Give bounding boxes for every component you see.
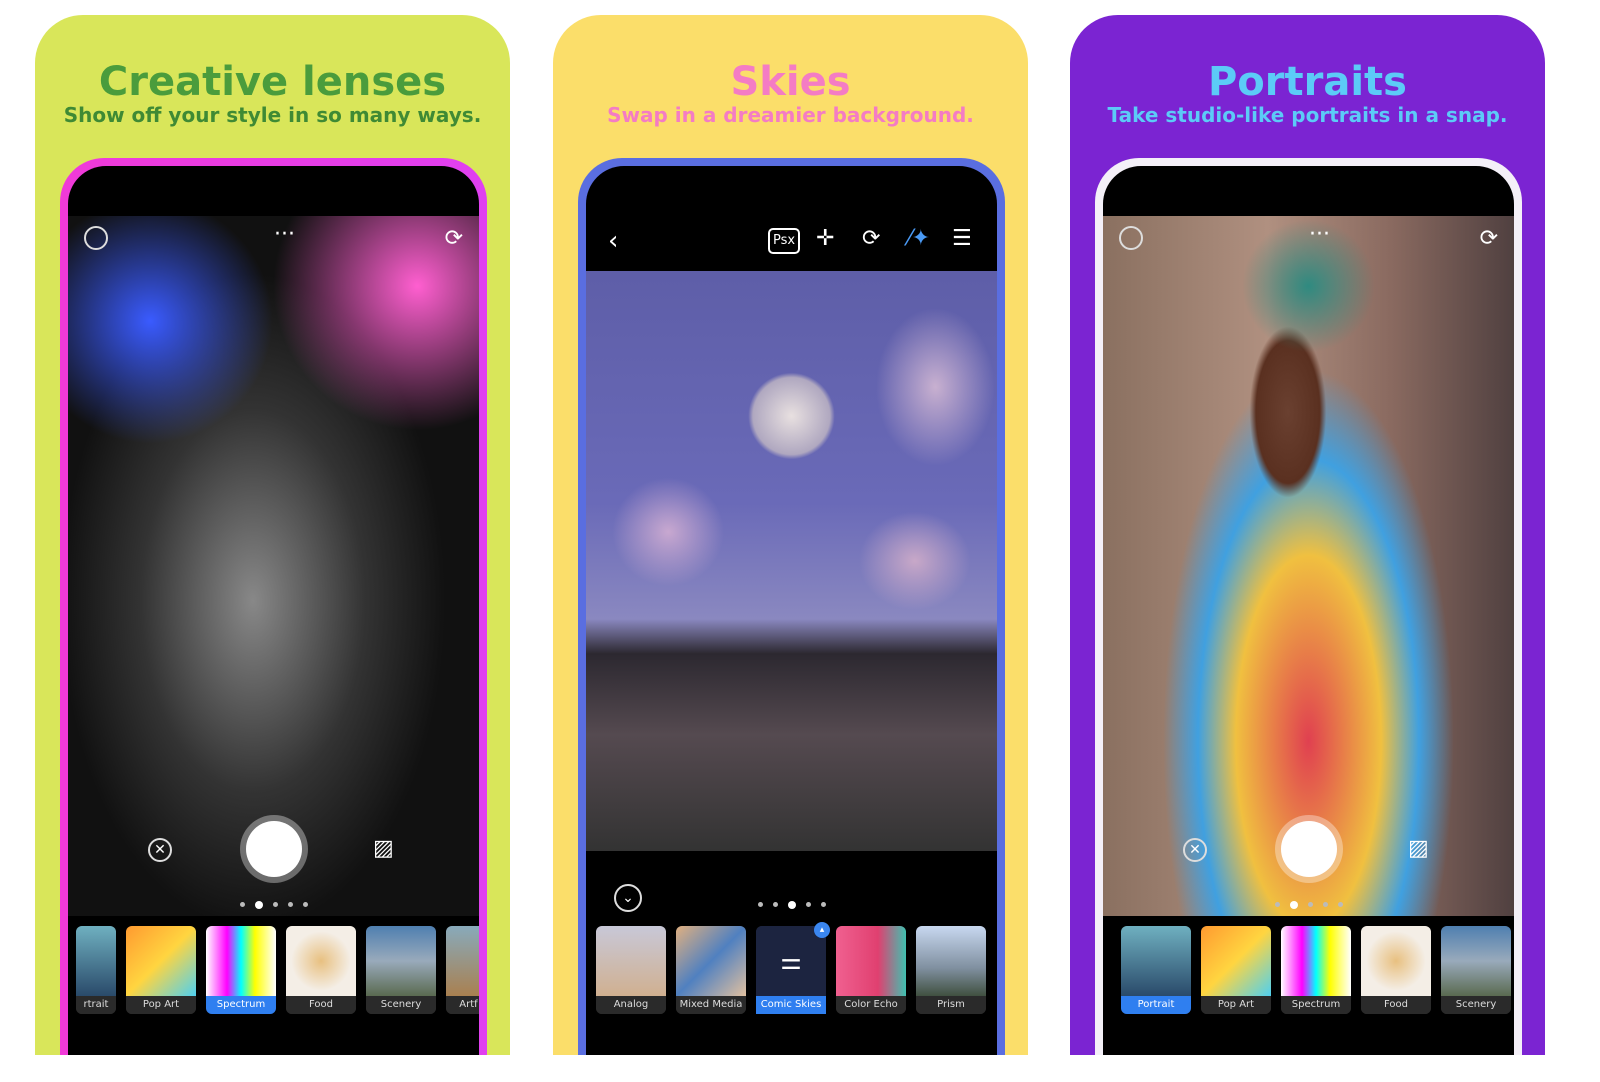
lens-thumb[interactable]: Scenery [366, 926, 436, 1014]
sky-carousel: Analog Mixed Media ⚌ Comic Skies ▴ Color E… [586, 922, 997, 1016]
dot[interactable] [1322, 902, 1328, 907]
back-icon[interactable]: ‹ [608, 228, 618, 254]
lens-thumb[interactable]: Pop Art [1201, 926, 1271, 1014]
lens-thumb[interactable]: Food [286, 926, 356, 1014]
lens-thumb[interactable]: Portrait [1121, 926, 1191, 1014]
more-icon[interactable]: ··· [1309, 222, 1330, 248]
move-icon[interactable]: ✛ [816, 226, 834, 252]
panel-subtitle: Take studio-like portraits in a snap. [1107, 103, 1508, 127]
sky-label: Color Echo [836, 996, 906, 1014]
dot[interactable] [287, 902, 293, 907]
screenshot-portraits: Portraits Take studio-like portraits in … [1070, 15, 1545, 1055]
globe-icon[interactable] [84, 226, 108, 250]
panel-title: Creative lenses [98, 59, 447, 105]
dot[interactable] [772, 902, 778, 907]
shutter-button[interactable] [1280, 821, 1337, 877]
close-circle-icon[interactable]: ✕ [1183, 838, 1207, 862]
sliders-icon: ⚌ [756, 926, 826, 996]
sky-thumb[interactable]: Color Echo [836, 926, 906, 1014]
lens-thumb[interactable]: rtrait [76, 926, 116, 1014]
dot[interactable] [272, 902, 278, 907]
lens-thumb[interactable]: Pop Art [126, 926, 196, 1014]
editor-screen: ‹ Psx ✛ ⟳ ⁄✦ ☰ ⌄ Analog Mixed Media ⚌ Com… [586, 166, 997, 1055]
camera-screen: ··· ⟳ ✕ ▨ rtrait Pop Art Spectrum Food S… [68, 166, 479, 1055]
premium-badge-icon: ▴ [814, 922, 830, 938]
lens-label: Scenery [366, 996, 436, 1014]
lens-label: Pop Art [126, 996, 196, 1014]
lens-label: Artf [446, 996, 479, 1014]
sky-label: Analog [596, 996, 666, 1014]
phone-frame: ‹ Psx ✛ ⟳ ⁄✦ ☰ ⌄ Analog Mixed Media ⚌ Com… [578, 158, 1005, 1055]
lens-label: Spectrum [1281, 996, 1351, 1014]
shutter-button[interactable] [245, 821, 302, 877]
page-dots [68, 894, 479, 913]
lens-label: Pop Art [1201, 996, 1271, 1014]
sky-thumb[interactable]: ⚌ Comic Skies ▴ [756, 922, 830, 1014]
page-dots [586, 894, 997, 913]
sky-road-photo [586, 271, 997, 851]
psx-icon[interactable]: Psx [768, 228, 801, 254]
dot[interactable] [1337, 902, 1343, 907]
panel-subtitle: Swap in a dreamier background. [607, 103, 974, 127]
more-icon[interactable]: ··· [274, 222, 295, 248]
magic-wand-icon[interactable]: ⁄✦ [908, 226, 930, 252]
lens-label: Spectrum [206, 996, 276, 1014]
lens-thumb[interactable]: Scenery [1441, 926, 1511, 1014]
lens-label: Portrait [1121, 996, 1191, 1014]
lens-thumb[interactable]: Spectrum [1281, 926, 1351, 1014]
dot[interactable] [1274, 902, 1280, 907]
panel-title: Portraits [1207, 59, 1407, 105]
screenshot-skies: Skies Swap in a dreamier background. ‹ P… [553, 15, 1028, 1055]
screenshot-creative-lenses: Creative lenses Show off your style in s… [35, 15, 510, 1055]
close-circle-icon[interactable]: ✕ [148, 838, 172, 862]
camera-screen: ··· ⟳ ✕ ▨ Portrait Pop Art Spectrum Food… [1103, 166, 1514, 1055]
dot[interactable] [302, 902, 308, 907]
lens-carousel: Portrait Pop Art Spectrum Food Scenery [1103, 926, 1514, 1016]
pop-art-photo [68, 216, 479, 916]
dot[interactable] [805, 902, 811, 907]
replay-icon[interactable]: ⟳ [862, 226, 880, 252]
sky-thumb[interactable]: Analog [596, 926, 666, 1014]
lens-label: Scenery [1441, 996, 1511, 1014]
switch-camera-icon[interactable]: ⟳ [1480, 226, 1498, 252]
page-dots [1103, 894, 1514, 913]
lens-label: Food [1361, 996, 1431, 1014]
portrait-photo [1103, 216, 1514, 916]
sliders-icon[interactable]: ☰ [952, 226, 972, 252]
sky-label: Comic Skies [756, 996, 826, 1014]
lens-carousel: rtrait Pop Art Spectrum Food Scenery Art… [68, 926, 479, 1016]
lens-thumb[interactable]: Food [1361, 926, 1431, 1014]
dot[interactable] [1307, 902, 1313, 907]
dot[interactable] [820, 902, 826, 907]
sky-thumb[interactable]: Mixed Media [676, 926, 746, 1014]
lens-thumb[interactable]: Artf [446, 926, 479, 1014]
dot-active[interactable] [1289, 900, 1298, 909]
lens-label: rtrait [76, 996, 116, 1014]
dot-active[interactable] [254, 900, 263, 909]
globe-icon[interactable] [1119, 226, 1143, 250]
phone-frame: ··· ⟳ ✕ ▨ rtrait Pop Art Spectrum Food S… [60, 158, 487, 1055]
lens-label: Food [286, 996, 356, 1014]
lens-thumb[interactable]: Spectrum [206, 926, 276, 1014]
phone-frame: ··· ⟳ ✕ ▨ Portrait Pop Art Spectrum Food… [1095, 158, 1522, 1055]
panel-title: Skies [730, 59, 851, 105]
panel-subtitle: Show off your style in so many ways. [63, 103, 482, 127]
gallery-icon[interactable]: ▨ [373, 836, 394, 862]
dot-active[interactable] [787, 900, 796, 909]
dot[interactable] [239, 902, 245, 907]
sky-label: Prism [916, 996, 986, 1014]
dot[interactable] [757, 902, 763, 907]
sky-thumb[interactable]: Prism [916, 926, 986, 1014]
gallery-icon[interactable]: ▨ [1408, 836, 1429, 862]
switch-camera-icon[interactable]: ⟳ [445, 226, 463, 252]
sky-label: Mixed Media [676, 996, 746, 1014]
